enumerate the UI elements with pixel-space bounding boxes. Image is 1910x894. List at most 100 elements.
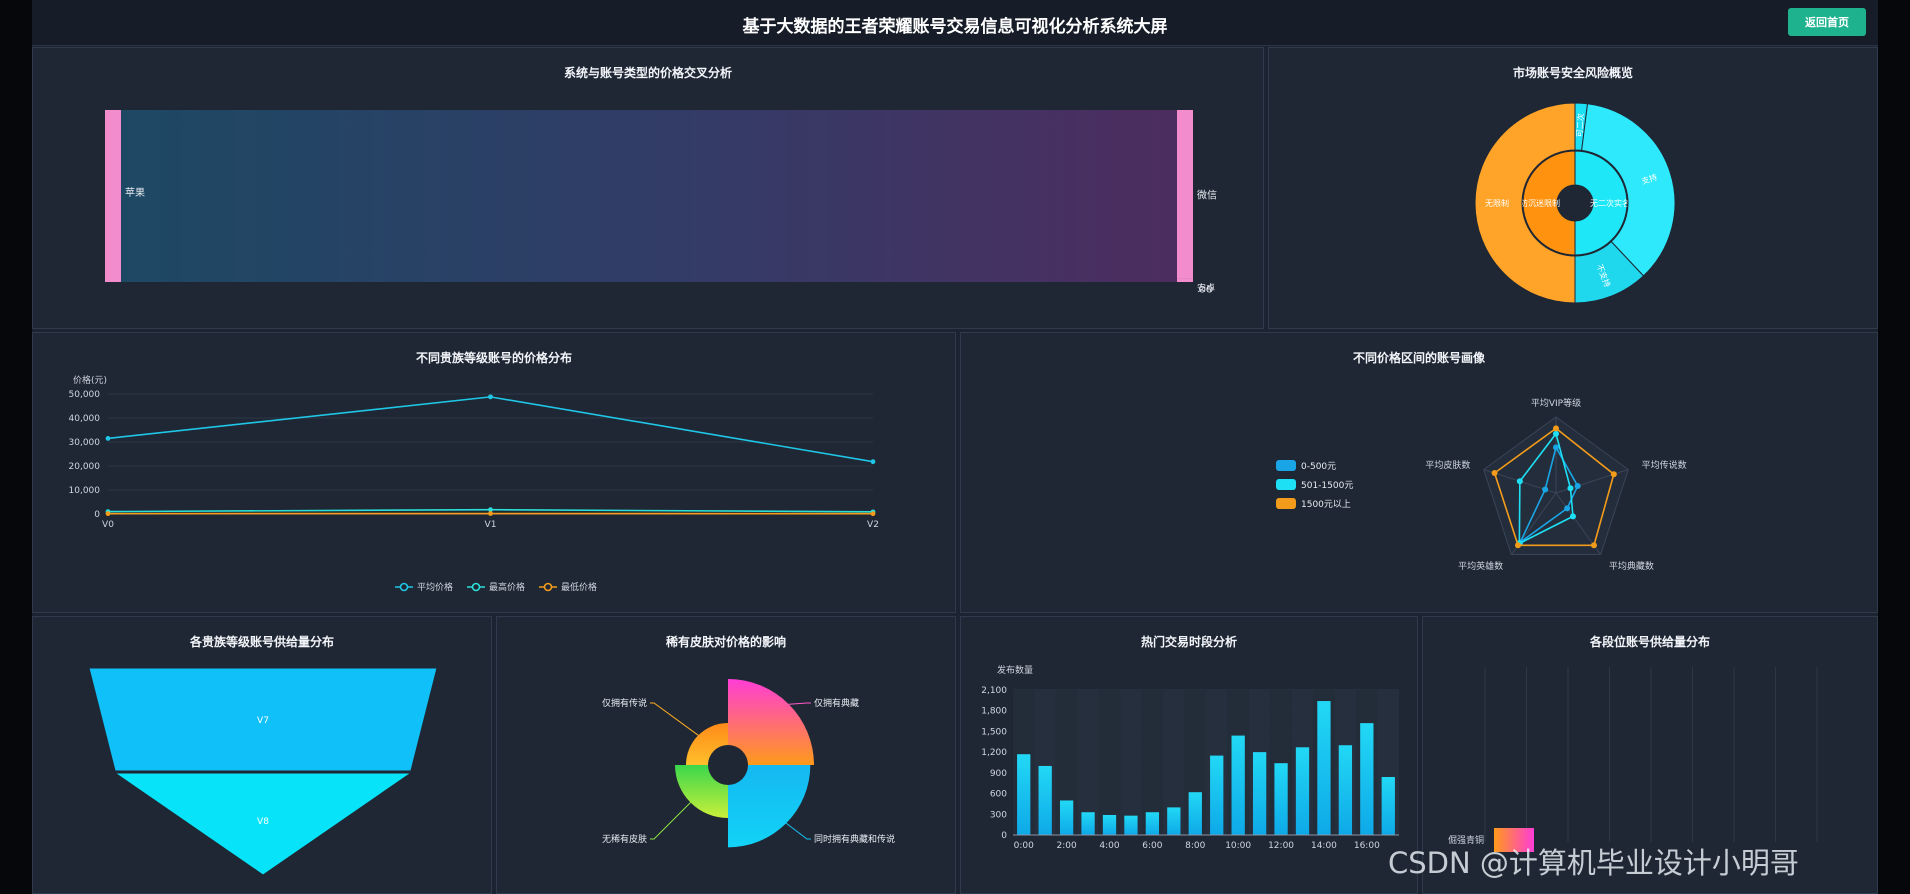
radar-legend-label-1: 501-1500元 xyxy=(1301,481,1353,491)
price-line-panel: 不同贵族等级账号的价格分布 价格(元) 0 10,000 20,000 30,000 40… xyxy=(32,332,956,613)
sankey-node-target-1 xyxy=(1177,278,1193,282)
risk-inner-label-1: 无二次实名 xyxy=(1590,198,1630,208)
risk-sunburst-chart: 防沉迷限制 无二次实名无限制可二次支持不支持 xyxy=(1474,102,1676,304)
bar-7 xyxy=(1167,807,1181,835)
radar-point-0-1 xyxy=(1574,482,1581,489)
radar-point-2-3 xyxy=(1515,542,1522,549)
radar-legend-swatch-1 xyxy=(1276,479,1296,490)
bar-14 xyxy=(1317,701,1331,835)
skin-leader-0 xyxy=(788,702,811,705)
bar-xtick-4: 8:00 xyxy=(1185,841,1205,851)
home-button[interactable]: 返回首页 xyxy=(1788,8,1866,36)
radar-indicator-label-1: 平均传说数 xyxy=(1642,459,1687,471)
watermark-text: CSDN @计算机毕业设计小明哥 xyxy=(1388,846,1799,880)
bar-xtick-1: 2:00 xyxy=(1057,841,1077,851)
bar-ytick-6: 1,800 xyxy=(981,707,1007,717)
radar-legend-swatch-0 xyxy=(1276,460,1296,471)
radar-point-0-0 xyxy=(1553,444,1559,451)
radar-point-2-2 xyxy=(1590,542,1597,549)
radar-indicator-label-0: 平均VIP等级 xyxy=(1531,397,1581,409)
page-title: 基于大数据的王者荣耀账号交易信息可视化分析系统大屏 xyxy=(742,17,1168,37)
sankey-chart: 苹果 微信QQ安卓 xyxy=(105,110,1217,294)
skin-leader-1 xyxy=(785,822,811,840)
bar-8 xyxy=(1188,792,1202,835)
bar-band-5 xyxy=(1120,690,1142,835)
bar-ytick-4: 1,200 xyxy=(981,748,1007,758)
radar-indicator-label-2: 平均典藏数 xyxy=(1609,560,1654,572)
bar-4 xyxy=(1102,814,1117,835)
line-xtick-0: V0 xyxy=(102,520,114,530)
line-legend-marker-2 xyxy=(543,582,553,592)
bar-xtick-5: 10:00 xyxy=(1225,841,1251,851)
bar-ytick-5: 1,500 xyxy=(981,727,1007,737)
line-ytick-3: 30,000 xyxy=(69,438,101,448)
line-point-2-0 xyxy=(105,511,111,517)
line-point-0-0 xyxy=(105,436,111,441)
funnel-panel: 各贵族等级账号供给量分布 V7 V8 xyxy=(32,616,492,894)
bar-band-4 xyxy=(1098,690,1121,835)
bar-2 xyxy=(1059,800,1074,835)
line-ytick-4: 40,000 xyxy=(69,414,101,424)
radar-point-2-4 xyxy=(1491,470,1498,477)
line-point-0-2 xyxy=(870,459,876,465)
line-legend-label-0: 平均价格 xyxy=(417,581,453,593)
bar-xtick-7: 14:00 xyxy=(1311,841,1337,851)
line-legend-label-2: 最低价格 xyxy=(561,581,597,593)
radar-point-1-2 xyxy=(1569,513,1576,520)
sankey-link-0 xyxy=(121,110,1177,279)
bar-3 xyxy=(1081,812,1095,835)
skin-label-3: 仅拥有传说 xyxy=(602,697,647,709)
bar-0 xyxy=(1017,754,1031,835)
bar-xtick-2: 4:00 xyxy=(1099,841,1119,851)
radar-panel: 不同价格区间的账号画像 平均VIP等级 平均传说数 平均典藏数 平均英雄数 平均皮肤数 0… xyxy=(960,332,1878,613)
risk-panel: 市场账号安全风险概览 防沉迷限制 无二次实名 无限制 可二次 支持 不支持 xyxy=(1268,47,1878,329)
bar-15 xyxy=(1338,745,1353,835)
bar-13 xyxy=(1295,747,1310,835)
line-xtick-1: V1 xyxy=(485,520,497,530)
radar-point-2-1 xyxy=(1610,471,1617,478)
funnel-chart: V7 V8 xyxy=(88,667,438,876)
hour-bar-chart: 发布数量 0 300 600 900 1,200 1,500 1,800 2,100 0:00 2:… xyxy=(981,664,1399,851)
sankey-label-source: 苹果 xyxy=(125,186,145,199)
line-point-2-1 xyxy=(488,511,493,516)
bar-ytick-7: 2,100 xyxy=(981,686,1007,696)
skin-label-2: 无稀有皮肤 xyxy=(602,833,647,845)
skin-slice-0 xyxy=(728,679,814,765)
bar-6 xyxy=(1145,812,1160,835)
bar-1 xyxy=(1038,765,1052,835)
bar-ytick-1: 300 xyxy=(990,810,1007,820)
sankey-panel: 系统与账号类型的价格交叉分析 苹果 微信 QQ 安卓 xyxy=(32,47,1264,329)
risk-outer-label-0: 无限制 xyxy=(1485,198,1509,208)
bar-xtick-0: 0:00 xyxy=(1014,841,1034,851)
risk-inner-label-0: 防沉迷限制 xyxy=(1520,198,1560,208)
skin-slice-1 xyxy=(728,765,811,848)
sankey-node-source xyxy=(105,110,121,282)
dashboard-screen: 基于大数据的王者荣耀账号交易信息可视化分析系统大屏 返回首页 系统与账号类型的价… xyxy=(32,0,1878,894)
line-xtick-2: V2 xyxy=(867,520,879,530)
radar-point-2-0 xyxy=(1553,425,1559,432)
funnel-label-0: V7 xyxy=(257,716,269,726)
bar-5 xyxy=(1124,815,1138,835)
line-ytick-0: 0 xyxy=(94,510,100,520)
radar-point-0-2 xyxy=(1564,505,1571,512)
hour-bar-panel: 热门交易时段分析 发布数量 0 300 600 900 1,200 1,500 1,800 2,… xyxy=(960,616,1418,894)
line-series-0 xyxy=(107,396,874,463)
radar-point-1-0 xyxy=(1553,430,1559,437)
skin-label-1: 同时拥有典藏和传说 xyxy=(814,833,895,845)
radar-point-1-1 xyxy=(1567,485,1574,492)
bar-11 xyxy=(1252,752,1267,835)
line-legend-marker-1 xyxy=(471,582,481,592)
sankey-node-target-0 xyxy=(1177,110,1193,279)
bar-ytick-3: 900 xyxy=(990,769,1007,779)
bar-10 xyxy=(1231,735,1245,835)
skin-slice-3 xyxy=(686,723,728,765)
bar-ytick-0: 0 xyxy=(1001,831,1007,841)
line-legend-label-1: 最高价格 xyxy=(489,581,525,593)
radar-legend-label-0: 0-500元 xyxy=(1301,462,1336,472)
top-bar: 基于大数据的王者荣耀账号交易信息可视化分析系统大屏 返回首页 xyxy=(32,0,1878,46)
radar-point-1-4 xyxy=(1516,478,1523,485)
line-point-2-2 xyxy=(870,511,876,517)
bar-xtick-6: 12:00 xyxy=(1268,841,1294,851)
sankey-label-target-2: 安卓 xyxy=(1197,282,1215,294)
bar-16 xyxy=(1360,723,1374,835)
